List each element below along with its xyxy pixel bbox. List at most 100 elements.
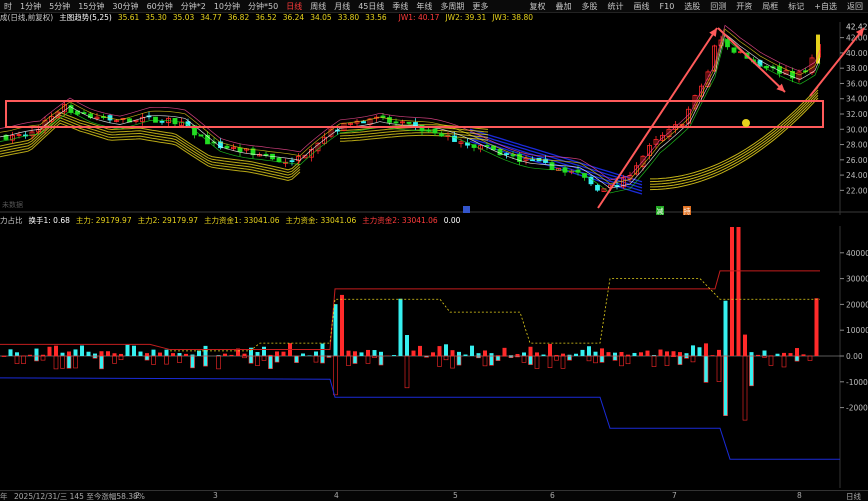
volume-bar-negative [704, 356, 708, 382]
volume-bar-positive [802, 354, 806, 356]
tool-button-1[interactable]: 叠加 [551, 1, 577, 12]
volume-bar-positive [522, 352, 526, 356]
volume-bar-negative [594, 356, 598, 363]
tool-button-6[interactable]: 选股 [679, 1, 705, 12]
tool-button-0[interactable]: 复权 [525, 1, 551, 12]
period-tab-2[interactable]: 5分钟 [45, 1, 74, 12]
volume-bar-positive [730, 227, 734, 356]
yellow-band-line [650, 93, 818, 185]
jw1-value: JW1: 40.17 [399, 13, 440, 22]
volume-bar-positive [132, 346, 136, 356]
tool-button-2[interactable]: 多股 [577, 1, 603, 12]
volume-bar-negative [672, 356, 676, 357]
tool-button-11[interactable]: +自选 [809, 1, 842, 12]
candle-body [225, 146, 229, 148]
volume-bar-positive [763, 351, 767, 356]
period-tab-10[interactable]: 周线 [306, 1, 330, 12]
volume-bar-positive [717, 350, 721, 356]
period-tab-16[interactable]: 更多 [468, 1, 492, 12]
volume-bar-negative [217, 356, 221, 369]
volume-tick-label: 40000 [846, 249, 868, 258]
volume-bar-positive [542, 355, 546, 356]
volume-bar-positive [243, 354, 247, 356]
price-tick-label: 38.00 [846, 64, 868, 73]
tool-button-9[interactable]: 局框 [757, 1, 783, 12]
candle-body [290, 161, 294, 162]
indicator-value: 35.30 [145, 13, 166, 22]
volume-bar-negative [35, 356, 39, 361]
signal-badge [463, 206, 470, 213]
x-axis-label: 3 [213, 491, 218, 500]
volume-bar-negative [750, 356, 754, 386]
tool-button-12[interactable]: 返回 [842, 1, 868, 12]
tool-button-10[interactable]: 标记 [783, 1, 809, 12]
volume-bar-positive [405, 335, 409, 356]
volume-bar-positive [35, 349, 39, 356]
volume-bar-negative [626, 356, 630, 364]
volume-bar-positive [158, 353, 162, 356]
period-tab-0[interactable]: 时 [0, 1, 16, 12]
period-tab-5[interactable]: 60分钟 [143, 1, 177, 12]
period-tab-13[interactable]: 季线 [388, 1, 412, 12]
period-tab-12[interactable]: 45日线 [354, 1, 388, 12]
volume-bar-positive [464, 355, 468, 356]
volume-bar-negative [145, 356, 149, 360]
volume-bar-negative [782, 356, 786, 367]
period-tab-3[interactable]: 15分钟 [74, 1, 108, 12]
period-tab-1[interactable]: 1分钟 [16, 1, 45, 12]
tool-button-7[interactable]: 回测 [705, 1, 731, 12]
volume-bar-negative [717, 356, 721, 381]
period-tab-7[interactable]: 10分钟 [210, 1, 244, 12]
tool-button-8[interactable]: 开资 [731, 1, 757, 12]
period-tab-9[interactable]: 日线 [282, 1, 306, 12]
x-axis-label: 8 [797, 491, 802, 500]
volume-bar-positive [152, 350, 156, 356]
candle-body [511, 155, 515, 156]
blue-band-line [470, 132, 642, 185]
volume-bar-negative [61, 356, 65, 368]
tool-button-4[interactable]: 画线 [629, 1, 655, 12]
volume-bar-positive [139, 352, 143, 356]
volume-bar-positive [366, 350, 370, 356]
indicator-value: 36.52 [255, 13, 276, 22]
fund-indicator-bar: 力占比换手1: 0.68主力: 29179.97主力2: 29179.97主力资… [0, 215, 868, 226]
period-tab-6[interactable]: 分钟*2 [177, 1, 210, 12]
yellow-band-line [340, 135, 488, 141]
volume-bar-negative [275, 356, 279, 362]
period-tab-14[interactable]: 年线 [412, 1, 436, 12]
period-tab-15[interactable]: 多周期 [436, 1, 468, 12]
yellow-band-line [650, 95, 818, 187]
volume-bar-negative [373, 356, 377, 358]
stock-chart[interactable]: 22.0024.0026.0028.0030.0032.0034.0036.00… [0, 0, 868, 500]
volume-tick-label: -20000 [846, 404, 868, 413]
period-tab-11[interactable]: 月线 [330, 1, 354, 12]
watermark-text: 未数据 [2, 200, 23, 209]
volume-bar-negative [353, 356, 357, 363]
volume-bar-negative [483, 356, 487, 366]
fund-line-yellow [170, 279, 820, 351]
current-price-label: 42.42 [846, 22, 868, 31]
tool-button-5[interactable]: F10 [655, 2, 680, 11]
volume-bar-positive [795, 348, 799, 356]
period-tab-8[interactable]: 分钟*50 [244, 1, 282, 12]
volume-bar-negative [620, 356, 624, 366]
volume-bar-positive [535, 352, 539, 356]
tool-button-3[interactable]: 统计 [603, 1, 629, 12]
volume-bar-positive [594, 352, 598, 356]
volume-bar-positive [743, 335, 747, 356]
volume-bar-positive [737, 227, 741, 356]
fund-line-blue [0, 378, 840, 459]
volume-bar-negative [438, 356, 442, 366]
price-tick-label: 22.00 [846, 186, 868, 195]
fund-line-red [0, 271, 820, 350]
volume-bar-positive [704, 343, 708, 356]
price-tick-label: 30.00 [846, 125, 868, 134]
volume-bar-positive [639, 352, 643, 356]
price-tick-label: 28.00 [846, 141, 868, 150]
indicator-name[interactable]: 主图趋势(5,25) [59, 12, 112, 22]
volume-bar-negative [204, 356, 208, 366]
volume-bar-negative [568, 356, 572, 360]
volume-bar-positive [659, 350, 663, 356]
period-tab-4[interactable]: 30分钟 [108, 1, 142, 12]
volume-bar-negative [243, 356, 247, 358]
